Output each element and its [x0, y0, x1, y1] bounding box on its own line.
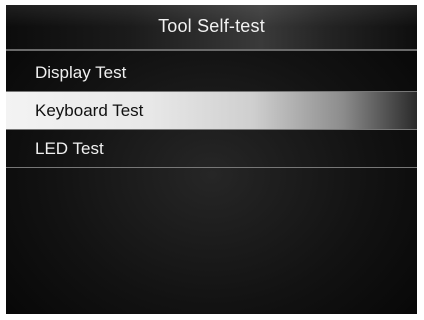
page-title: Tool Self-test [158, 16, 265, 36]
menu-item-display-test[interactable]: Display Test [6, 54, 417, 92]
title-bar: Tool Self-test [6, 5, 417, 51]
menu-item-led-test[interactable]: LED Test [6, 130, 417, 168]
menu-item-label: Display Test [35, 63, 127, 82]
menu-list: Display Test Keyboard Test LED Test [6, 54, 417, 168]
menu-item-label: LED Test [35, 139, 104, 158]
menu-item-label: Keyboard Test [35, 101, 144, 120]
device-frame: Tool Self-test Display Test Keyboard Tes… [0, 0, 424, 320]
menu-item-keyboard-test[interactable]: Keyboard Test [6, 92, 417, 130]
screen: Tool Self-test Display Test Keyboard Tes… [6, 5, 417, 314]
